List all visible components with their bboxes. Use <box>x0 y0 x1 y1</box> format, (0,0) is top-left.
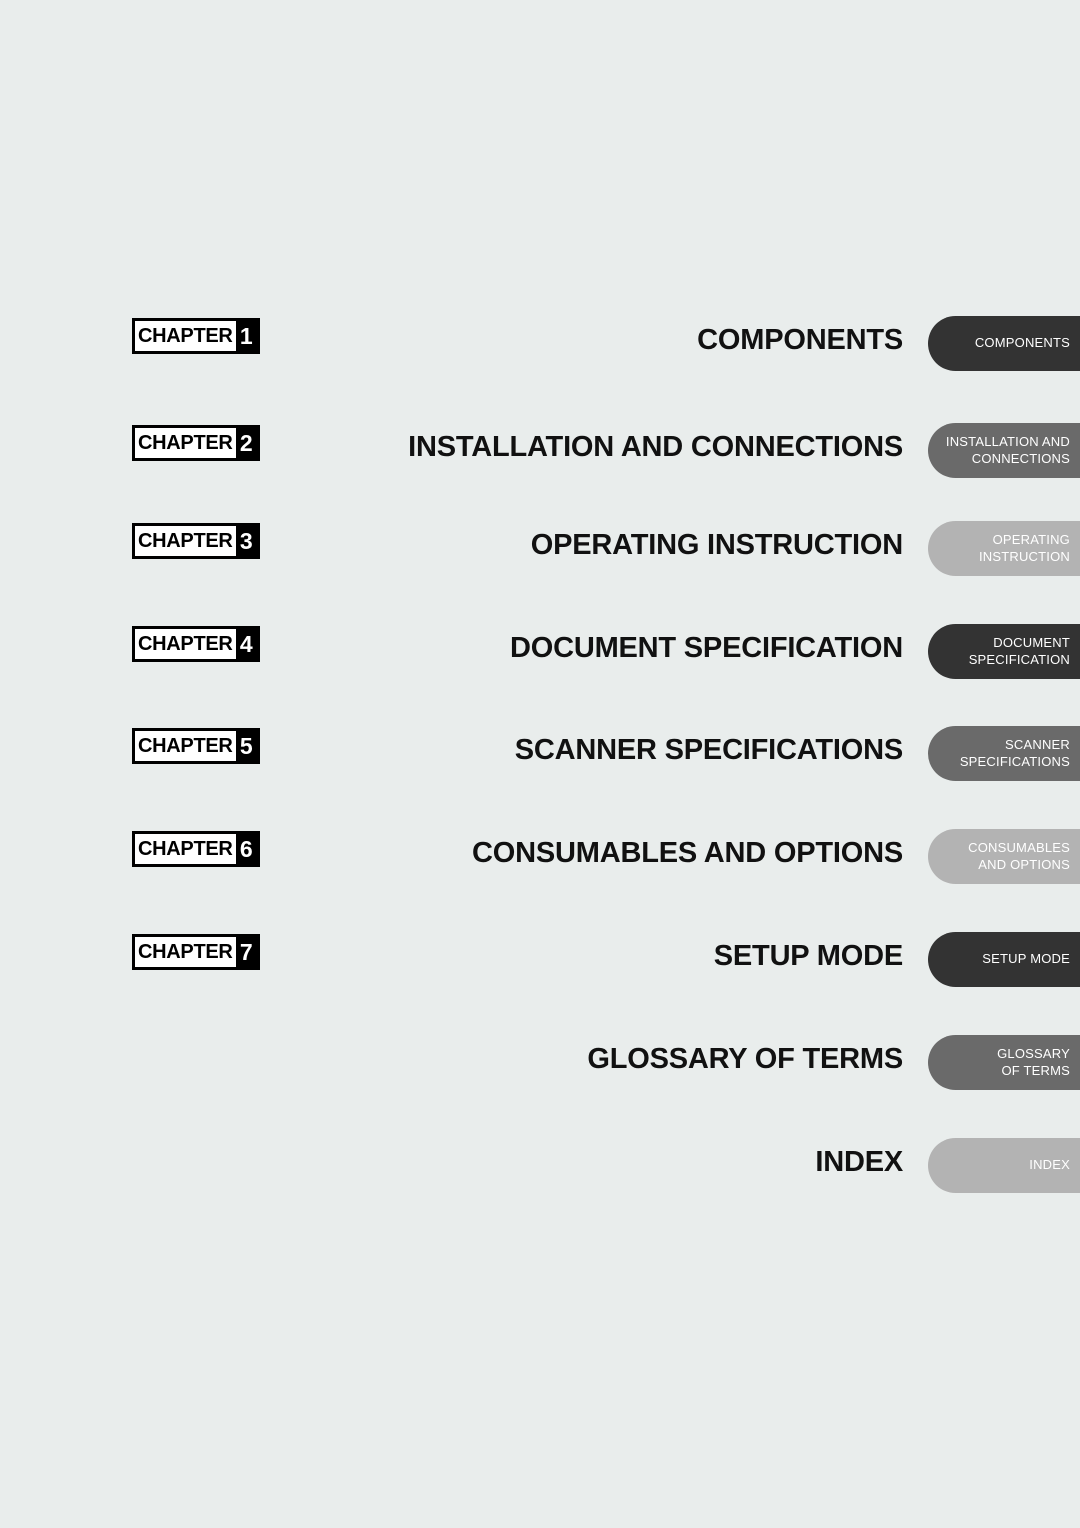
chapter-badge-number: 3 <box>235 526 257 556</box>
chapter-tab[interactable]: SETUP MODE <box>928 932 1080 987</box>
toc-page: CHAPTER 1 COMPONENTS COMPONENTS CHAPTER 2 INST… <box>0 0 1080 1528</box>
chapter-tab[interactable]: DOCUMENT SPECIFICATION <box>928 624 1080 679</box>
chapter-badge: CHAPTER 3 <box>132 523 260 559</box>
chapter-badge-label: CHAPTER <box>135 834 236 864</box>
chapter-tab-line: SETUP MODE <box>982 951 1070 967</box>
chapter-badge-label: CHAPTER <box>135 937 236 967</box>
chapter-tab-line: INSTALLATION AND <box>945 434 1070 450</box>
chapter-badge: CHAPTER 1 <box>132 318 260 354</box>
chapter-tab-line: INSTRUCTION <box>978 548 1070 564</box>
chapter-badge-number: 5 <box>235 731 257 761</box>
chapter-tab[interactable]: INDEX <box>928 1138 1080 1193</box>
chapter-tab-line: SPECIFICATION <box>968 651 1070 667</box>
chapter-badge: CHAPTER 6 <box>132 831 260 867</box>
chapter-title[interactable]: DOCUMENT SPECIFICATION <box>260 626 903 670</box>
toc-row[interactable]: CHAPTER 7 SETUP MODE SETUP MODE <box>0 932 1080 990</box>
chapter-title[interactable]: SCANNER SPECIFICATIONS <box>260 728 903 772</box>
chapter-tab-line: OF TERMS <box>1001 1062 1070 1078</box>
chapter-badge: CHAPTER 4 <box>132 626 260 662</box>
chapter-badge-number: 6 <box>235 834 257 864</box>
chapter-tab-line: CONSUMABLES <box>968 840 1070 856</box>
chapter-badge-number: 2 <box>235 428 257 458</box>
chapter-tab-line: COMPONENTS <box>974 335 1070 351</box>
chapter-tab-line: SCANNER <box>1005 737 1070 753</box>
chapter-title[interactable]: INSTALLATION AND CONNECTIONS <box>260 425 903 469</box>
chapter-title[interactable]: COMPONENTS <box>260 318 903 362</box>
toc-row[interactable]: CHAPTER 2 INSTALLATION AND CONNECTIONS INST… <box>0 423 1080 481</box>
chapter-tab[interactable]: COMPONENTS <box>928 316 1080 371</box>
chapter-title[interactable]: CONSUMABLES AND OPTIONS <box>260 831 903 875</box>
chapter-badge-label: CHAPTER <box>135 731 236 761</box>
chapter-tab-line: DOCUMENT <box>993 635 1070 651</box>
chapter-tab-line: OPERATING <box>992 532 1070 548</box>
chapter-badge-label: CHAPTER <box>135 629 236 659</box>
chapter-title[interactable]: GLOSSARY OF TERMS <box>260 1037 903 1081</box>
chapter-tab[interactable]: GLOSSARY OF TERMS <box>928 1035 1080 1090</box>
toc-row[interactable]: CHAPTER 1 COMPONENTS COMPONENTS <box>0 316 1080 374</box>
chapter-title[interactable]: OPERATING INSTRUCTION <box>260 523 903 567</box>
chapter-tab-line: INDEX <box>1029 1157 1070 1173</box>
chapter-badge-number: 4 <box>235 629 257 659</box>
chapter-badge: CHAPTER 2 <box>132 425 260 461</box>
chapter-tab-line: SPECIFICATIONS <box>959 753 1070 769</box>
chapter-tab[interactable]: SCANNER SPECIFICATIONS <box>928 726 1080 781</box>
chapter-title[interactable]: INDEX <box>260 1140 903 1184</box>
chapter-tab[interactable]: CONSUMABLES AND OPTIONS <box>928 829 1080 884</box>
chapter-tab-line: CONNECTIONS <box>971 450 1070 466</box>
chapter-badge-label: CHAPTER <box>135 321 236 351</box>
chapter-tab[interactable]: OPERATING INSTRUCTION <box>928 521 1080 576</box>
toc-row[interactable]: CHAPTER 4 DOCUMENT SPECIFICATION DOCUMENT SP… <box>0 624 1080 682</box>
chapter-tab[interactable]: INSTALLATION AND CONNECTIONS <box>928 423 1080 478</box>
toc-row[interactable]: GLOSSARY OF TERMS GLOSSARY OF TERMS <box>0 1035 1080 1093</box>
chapter-badge: CHAPTER 5 <box>132 728 260 764</box>
toc-row[interactable]: CHAPTER 5 SCANNER SPECIFICATIONS SCANNER SPE… <box>0 726 1080 784</box>
chapter-tab-line: AND OPTIONS <box>978 856 1070 872</box>
chapter-tab-line: GLOSSARY <box>997 1046 1070 1062</box>
toc-row[interactable]: CHAPTER 3 OPERATING INSTRUCTION OPERATING IN… <box>0 521 1080 579</box>
toc-row[interactable]: INDEX INDEX <box>0 1138 1080 1196</box>
toc-row[interactable]: CHAPTER 6 CONSUMABLES AND OPTIONS CONSUMABL… <box>0 829 1080 887</box>
chapter-title[interactable]: SETUP MODE <box>260 934 903 978</box>
chapter-badge-label: CHAPTER <box>135 526 236 556</box>
chapter-badge-number: 1 <box>235 321 257 351</box>
chapter-badge-label: CHAPTER <box>135 428 236 458</box>
chapter-badge-number: 7 <box>235 937 257 967</box>
chapter-badge: CHAPTER 7 <box>132 934 260 970</box>
